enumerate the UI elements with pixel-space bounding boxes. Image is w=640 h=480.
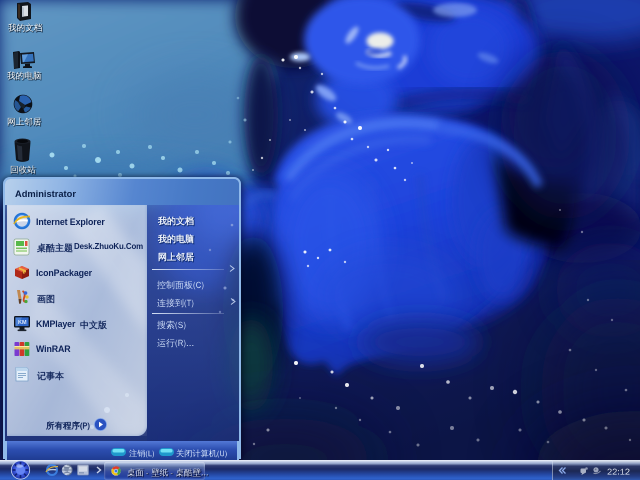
svg-text:KM: KM [18,320,27,326]
